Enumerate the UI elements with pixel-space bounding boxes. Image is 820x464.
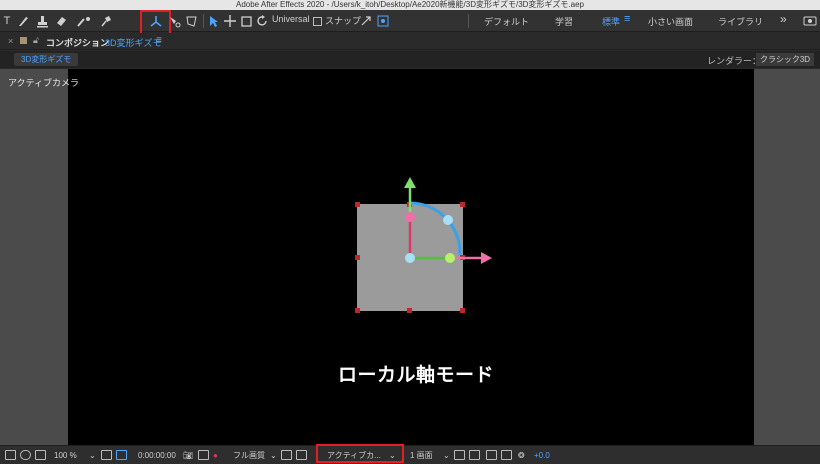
move-tool-icon[interactable]	[223, 12, 237, 30]
resolution-dropdown[interactable]: フル画質	[233, 449, 265, 462]
3d-view-icon[interactable]	[469, 450, 480, 460]
snapshot-icon[interactable]: 📷︎	[183, 449, 193, 462]
comp-tab[interactable]: 3D変形ギズモ	[14, 53, 79, 66]
timecode[interactable]: 0:00:00:00	[138, 449, 176, 462]
eraser-tool-icon[interactable]	[54, 12, 68, 30]
camera-orbit-tool-icon[interactable]	[167, 12, 181, 30]
transparency-grid-icon[interactable]	[296, 450, 307, 460]
composition-panel-header: × 🔓︎ コンポジション 3D変形ギズモ ≡	[0, 33, 820, 50]
composition-subheader: 3D変形ギズモ レンダラー： クラシック3D	[0, 51, 820, 68]
view-dropdown-highlight	[316, 444, 404, 463]
snap-target-icon[interactable]	[376, 12, 390, 30]
selection-tool-icon[interactable]	[208, 12, 220, 30]
reset-exposure-icon[interactable]: ❂	[518, 449, 525, 462]
mask-view-icon[interactable]	[20, 450, 31, 460]
y-axis-arrow[interactable]	[404, 177, 416, 188]
brush-tool-icon[interactable]	[16, 12, 30, 30]
renderer-button[interactable]: クラシック3D	[756, 53, 815, 66]
window-title: Adobe After Effects 2020 - /Users/k_itoh…	[0, 0, 820, 10]
rotate-tool-icon[interactable]	[255, 12, 269, 30]
text-tool-icon[interactable]: T	[0, 12, 14, 30]
shape-pin-tool-icon[interactable]	[184, 12, 198, 30]
active-camera-label: アクティブカメラ	[8, 78, 80, 88]
x-rotation-handle[interactable]	[405, 212, 415, 222]
layout-chevron-icon[interactable]: ⌄	[443, 449, 450, 462]
panel-close-button[interactable]: ×	[8, 36, 13, 46]
local-axis-mode-caption: ローカル軸モード	[338, 364, 495, 386]
roto-brush-tool-icon[interactable]	[76, 12, 94, 30]
workspace-small-screen[interactable]: 小さい画面	[648, 15, 693, 28]
show-snapshot-icon[interactable]	[198, 450, 209, 460]
workspace-default[interactable]: デフォルト	[484, 15, 529, 28]
workspace-libraries[interactable]: ライブラリ	[718, 15, 763, 28]
clone-stamp-tool-icon[interactable]	[34, 12, 50, 30]
workspace-learn[interactable]: 学習	[555, 15, 573, 28]
resolution-chevron-icon[interactable]: ⌄	[270, 449, 277, 462]
panel-menu-icon[interactable]: ≡	[156, 35, 162, 46]
lock-icon[interactable]: 🔓︎	[33, 35, 39, 46]
panel-comp-name[interactable]: 3D変形ギズモ	[105, 36, 162, 49]
axis-mode-label[interactable]: Universal	[272, 14, 310, 24]
grid-guides-icon[interactable]	[101, 450, 112, 460]
y-rotation-handle[interactable]	[445, 253, 455, 263]
workspace-standard[interactable]: 標準	[602, 15, 620, 28]
comp-canvas[interactable]	[68, 69, 754, 445]
zoom-dropdown[interactable]: 100 %	[54, 449, 77, 462]
puppet-pin-tool-icon[interactable]	[99, 12, 113, 30]
workspace-menu-icon[interactable]: ≡	[624, 13, 630, 25]
snap-feather-icon[interactable]	[359, 12, 373, 30]
renderer-label: レンダラー：	[707, 56, 762, 66]
fast-previews-icon[interactable]	[281, 450, 292, 460]
x-axis-arrow[interactable]	[481, 252, 492, 264]
vr-view-icon[interactable]	[35, 450, 46, 460]
comp-color-swatch	[20, 37, 27, 44]
always-preview-icon[interactable]	[5, 450, 16, 460]
toolbar: T Universal スナップ デフォルト 学習 標準 ≡ 小さい画面 ライブ…	[0, 10, 820, 38]
rectangle-tool-icon[interactable]	[240, 12, 252, 30]
exposure-value[interactable]: +0.0	[534, 449, 550, 462]
search-help-icon[interactable]	[802, 12, 818, 30]
toolbar-divider	[203, 14, 204, 28]
toggle-pixel-aspect-icon[interactable]	[454, 450, 465, 460]
region-of-interest-icon[interactable]	[116, 450, 127, 460]
z-rotation-handle[interactable]	[443, 215, 453, 225]
viewer-bottom-bar: 100 % ⌄ 0:00:00:00 📷︎ ● フル画質 ⌄ アクティブカ...…	[0, 445, 820, 464]
view-layout-dropdown[interactable]: 1 画面	[410, 449, 433, 462]
workspace-overflow-icon[interactable]: »	[780, 12, 787, 26]
zoom-chevron-icon[interactable]: ⌄	[89, 449, 96, 462]
panel-title: コンポジション	[46, 38, 110, 48]
toolbar-divider	[468, 14, 469, 28]
snap-checkbox[interactable]	[313, 17, 322, 26]
layer-with-gizmo[interactable]	[68, 69, 754, 445]
timeline-icon[interactable]	[486, 450, 497, 460]
flowchart-icon[interactable]	[501, 450, 512, 460]
snap-label: スナップ	[325, 16, 362, 26]
channel-icon[interactable]: ●	[213, 449, 218, 462]
gizmo-center-handle[interactable]	[405, 253, 415, 263]
